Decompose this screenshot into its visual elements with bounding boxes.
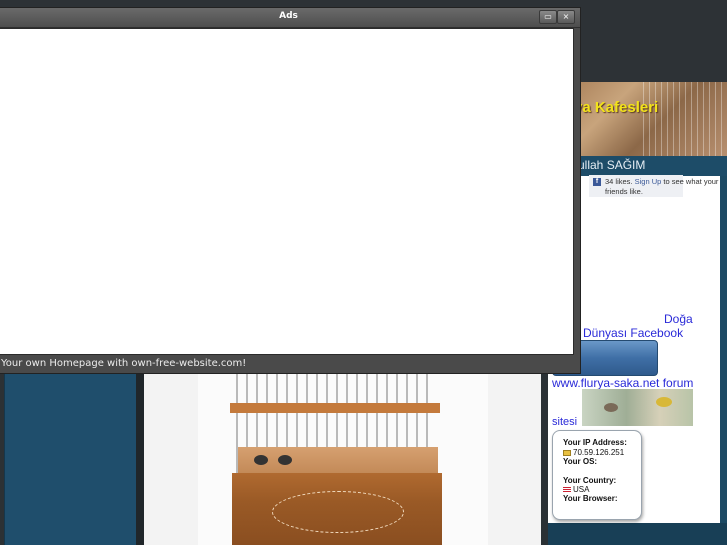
ip-value: 70.59.126.251 <box>573 448 625 457</box>
ip-label: Your IP Address: <box>563 438 627 447</box>
bird-cage-image <box>198 373 488 545</box>
minimize-icon[interactable]: ▭ <box>539 10 557 24</box>
cage-ornament <box>272 491 404 533</box>
facebook-signup-link[interactable]: Sign Up <box>635 177 662 186</box>
ads-titlebar[interactable]: Ads ▭ × <box>0 8 580 28</box>
os-label: Your OS: <box>563 457 598 466</box>
facebook-likes-count: 34 likes. <box>605 177 633 186</box>
ads-popup-window: Ads ▭ × Your own Homepage with own-free-… <box>0 7 581 374</box>
ads-footer: Your own Homepage with own-free-website.… <box>0 356 580 373</box>
bird-shape <box>656 397 672 407</box>
link-forum[interactable]: www.flurya-saka.net forum <box>552 376 693 390</box>
visitor-info-box: Your IP Address: 70.59.126.251 Your OS: … <box>552 430 642 520</box>
feeder-cup <box>278 455 292 465</box>
country-label: Your Country: <box>563 476 617 485</box>
right-sidebar-footer <box>548 523 727 545</box>
bird-shape <box>604 403 618 412</box>
content-gap <box>541 373 548 545</box>
feeder-cup <box>254 455 268 465</box>
browser-label: Your Browser: <box>563 494 618 503</box>
ads-window-title: Ads <box>279 11 298 21</box>
left-column-edge <box>136 373 144 545</box>
cage-tray <box>238 447 438 473</box>
link-sitesi[interactable]: sitesi <box>552 416 577 428</box>
close-icon[interactable]: × <box>557 10 575 24</box>
facebook-icon: f <box>593 178 601 186</box>
country-value: USA <box>573 485 590 494</box>
link-doga[interactable]: Doğa <box>664 312 693 326</box>
cage-top-rail <box>230 403 440 413</box>
site-title: ya Kafesleri <box>574 99 659 116</box>
ip-icon <box>563 450 571 456</box>
facebook-like-text: 34 likes. Sign Up to see what your frien… <box>605 177 725 197</box>
left-sidebar-panel <box>4 373 137 545</box>
right-sidebar-edge <box>720 176 727 526</box>
link-facebook[interactable]: n Dünyası Facebook <box>573 326 683 340</box>
ads-content-area[interactable] <box>0 28 574 355</box>
cage-bars-graphic <box>643 82 727 157</box>
usa-flag-icon <box>563 487 571 493</box>
birds-image[interactable] <box>582 389 693 426</box>
owner-name: ullah SAĞIM <box>578 158 646 172</box>
facebook-like-box: f 34 likes. Sign Up to see what your fri… <box>589 175 718 197</box>
ads-footer-link[interactable]: Your own Homepage with own-free-website.… <box>1 358 246 369</box>
